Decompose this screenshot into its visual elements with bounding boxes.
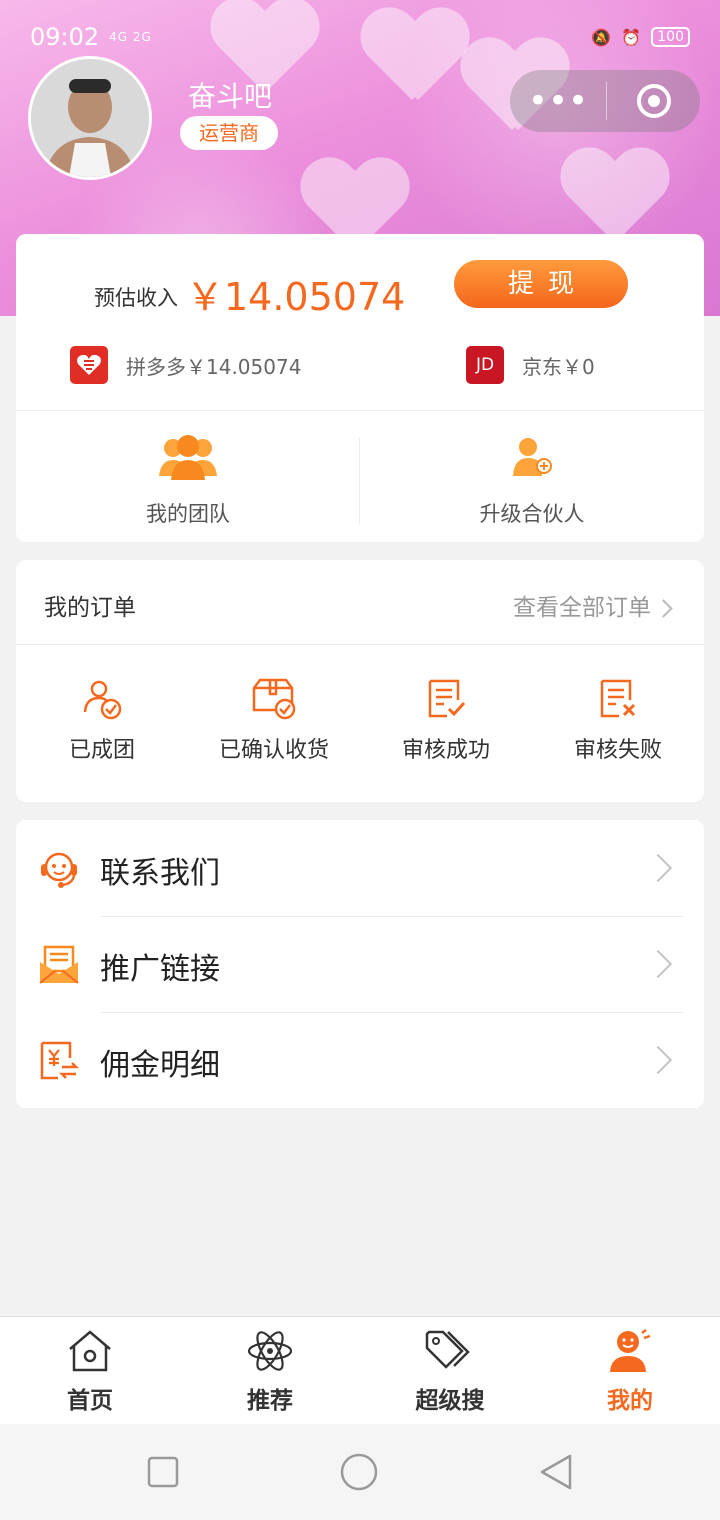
order-status-grouped[interactable]: 已成团 (16, 678, 188, 764)
tab-label: 我的 (607, 1388, 653, 1414)
review-failed-icon (600, 679, 636, 718)
menu-item-contact-us[interactable]: 联系我们 (16, 820, 704, 916)
earnings-card: 预估收入 ￥14.05074 提现 拼多多￥14.05074 JD 京东￥0 我… (16, 234, 704, 542)
chevron-right-icon (654, 599, 673, 618)
jd-amount: 京东￥0 (522, 354, 595, 379)
order-status-review-success[interactable]: 审核成功 (360, 678, 532, 764)
promo-link-icon (39, 945, 79, 984)
tab-home[interactable]: 首页 (0, 1329, 180, 1415)
nickname: 奋斗吧 (188, 80, 273, 113)
back-icon[interactable] (538, 1453, 574, 1491)
chevron-right-icon (643, 949, 673, 979)
my-team-label: 我的团队 (146, 502, 230, 526)
my-team-button[interactable]: 我的团队 (16, 434, 360, 544)
profile-icon (610, 1329, 651, 1372)
income-label: 预估收入 (94, 286, 178, 310)
group-done-icon (83, 680, 122, 720)
upgrade-partner-label: 升级合伙人 (479, 502, 585, 526)
order-status-label: 已成团 (68, 738, 135, 763)
role-badge: 运营商 (180, 116, 278, 150)
upgrade-partner-button[interactable]: 升级合伙人 (360, 434, 704, 544)
card-divider (16, 410, 704, 411)
pinduoduo-earnings[interactable]: 拼多多￥14.05074 (70, 346, 301, 384)
orders-divider (16, 644, 704, 645)
order-status-review-failed[interactable]: 审核失败 (532, 678, 704, 764)
tab-recommend[interactable]: 推荐 (180, 1329, 360, 1415)
bottom-tab-bar: 首页 推荐 超级搜 我的 (0, 1316, 720, 1425)
pinduoduo-logo (70, 346, 108, 384)
menu-item-commission[interactable]: 佣金明细 (16, 1012, 704, 1108)
tab-super-search[interactable]: 超级搜 (360, 1329, 540, 1415)
income-amount: ￥14.05074 (186, 275, 406, 319)
close-miniprogram-icon[interactable] (607, 83, 700, 119)
tab-label: 首页 (67, 1388, 113, 1414)
avatar[interactable] (28, 56, 152, 180)
menu-item-label: 佣金明细 (100, 1048, 220, 1083)
more-options-icon[interactable]: ••• (510, 84, 606, 118)
avatar-photo (31, 59, 149, 177)
review-success-icon (428, 679, 466, 718)
view-all-orders-link[interactable]: 查看全部订单 (513, 588, 673, 622)
pinduoduo-amount: 拼多多￥14.05074 (126, 354, 302, 379)
jd-earnings[interactable]: JD 京东￥0 (466, 346, 595, 384)
partner-icon (513, 438, 552, 476)
menu-item-label: 联系我们 (100, 856, 220, 891)
tab-mine[interactable]: 我的 (540, 1329, 720, 1415)
order-status-label: 审核失败 (573, 738, 662, 763)
order-status-label: 已确认收货 (218, 738, 329, 763)
tab-label: 推荐 (247, 1388, 293, 1414)
system-navigation-bar (0, 1424, 720, 1520)
withdraw-button[interactable]: 提现 (454, 260, 628, 308)
orders-card: 我的订单 查看全部订单 已成团 已确认收货 审核成功 审核失败 (16, 560, 704, 802)
jd-logo: JD (466, 346, 504, 384)
team-icon (159, 435, 217, 480)
home-circle-icon[interactable] (340, 1453, 378, 1491)
package-confirmed-icon (252, 678, 296, 720)
home-icon (69, 1330, 111, 1372)
menu-card: 联系我们 推广链接 佣金明细 (16, 820, 704, 1108)
status-bar: 09:02 4G 2G 🔕 ⏰ 100 (30, 22, 690, 52)
view-all-orders-label: 查看全部订单 (513, 595, 651, 621)
tags-icon (425, 1330, 470, 1369)
atom-icon (247, 1331, 293, 1371)
recent-apps-icon[interactable] (147, 1456, 179, 1488)
customer-service-icon (41, 852, 77, 888)
menu-item-label: 推广链接 (100, 952, 220, 987)
chevron-right-icon (643, 1045, 673, 1075)
battery-indicator: 100 (651, 27, 690, 47)
signal-indicator: 4G 2G (109, 30, 152, 44)
menu-item-promo-link[interactable]: 推广链接 (16, 916, 704, 1012)
commission-icon (40, 1041, 80, 1080)
mute-icon: 🔕 (591, 27, 612, 47)
orders-title: 我的订单 (44, 595, 136, 621)
mini-program-capsule: ••• (510, 70, 700, 132)
tab-label: 超级搜 (415, 1388, 485, 1414)
status-time: 09:02 (30, 23, 100, 51)
alarm-icon: ⏰ (621, 27, 642, 47)
chevron-right-icon (643, 853, 673, 883)
order-status-received[interactable]: 已确认收货 (188, 678, 360, 764)
order-status-label: 审核成功 (401, 738, 490, 763)
